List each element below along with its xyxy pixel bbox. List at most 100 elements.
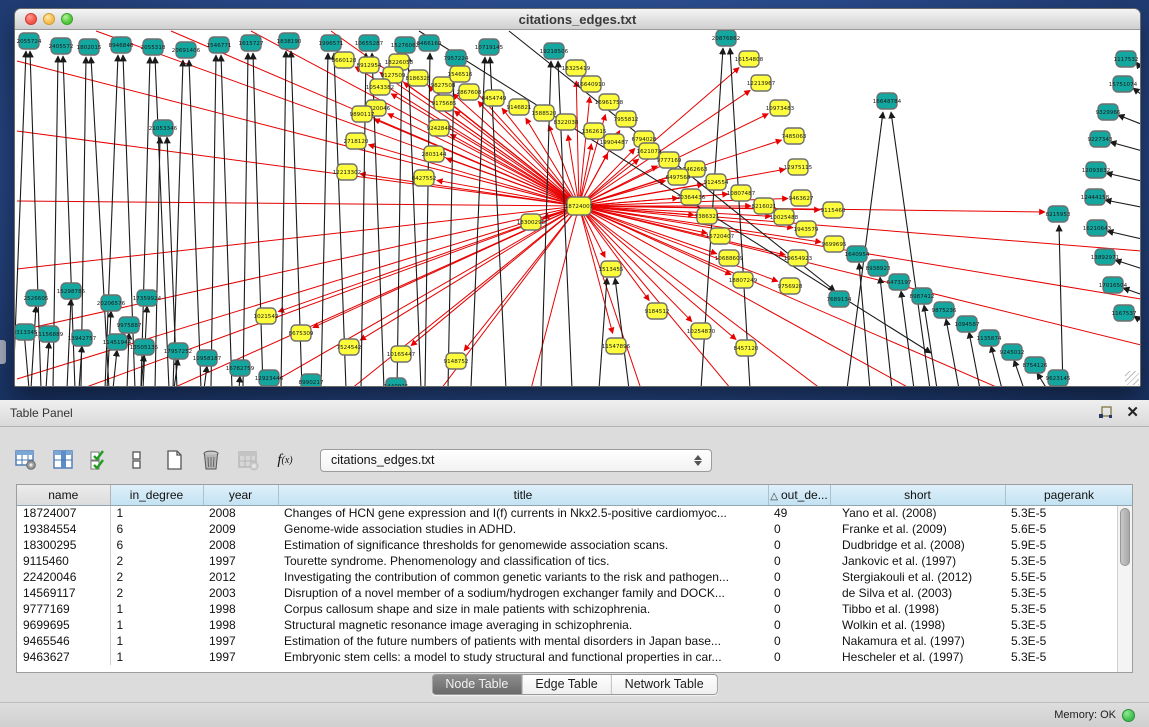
table-cell: Jankovic et al. (1997) bbox=[830, 553, 1005, 569]
table-row[interactable]: 1872400712008Changes of HCN gene express… bbox=[17, 505, 1133, 521]
show-columns-icon[interactable] bbox=[51, 448, 75, 472]
table-row[interactable]: 911546021997Tourette syndrome. Phenomeno… bbox=[17, 553, 1133, 569]
svg-text:9124554: 9124554 bbox=[704, 180, 729, 186]
table-cell: 0 bbox=[768, 569, 830, 585]
network-window: citations_edges.txt 20557242405572180201… bbox=[14, 8, 1141, 387]
tab-network-table[interactable]: Network Table bbox=[611, 675, 717, 694]
table-header-row[interactable]: namein_degreeyeartitle△out_de...shortpag… bbox=[17, 485, 1133, 505]
table-row[interactable]: 969969511998Structural magnetic resonanc… bbox=[17, 617, 1133, 633]
table-cell: Yano et al. (2008) bbox=[830, 505, 1005, 521]
svg-text:9329966: 9329966 bbox=[1096, 110, 1121, 116]
table-cell: Changes of HCN gene expression and I(f) … bbox=[278, 505, 768, 521]
zoom-window-button[interactable] bbox=[61, 13, 73, 25]
svg-text:2526605: 2526605 bbox=[24, 296, 49, 302]
close-panel-icon[interactable]: ✕ bbox=[1126, 406, 1139, 420]
table-row[interactable]: 2242004622012Investigating the contribut… bbox=[17, 569, 1133, 585]
window-resize-grip[interactable] bbox=[1125, 371, 1139, 385]
svg-text:15720407: 15720407 bbox=[706, 234, 735, 240]
table-cell: Genome-wide association studies in ADHD. bbox=[278, 521, 768, 537]
svg-text:13892971: 13892971 bbox=[1091, 255, 1120, 261]
column-header-title[interactable]: title bbox=[278, 485, 768, 505]
svg-text:7955812: 7955812 bbox=[614, 117, 639, 123]
table-selector-dropdown[interactable]: citations_edges.txt bbox=[320, 449, 712, 472]
svg-text:9827508: 9827508 bbox=[431, 83, 456, 89]
float-panel-icon[interactable] bbox=[1098, 406, 1114, 420]
table-cell: 9463627 bbox=[17, 649, 110, 665]
citation-network-graph[interactable]: 2055724240557218020158946846205531820691… bbox=[15, 30, 1140, 386]
function-builder-icon[interactable]: f(x) bbox=[273, 448, 297, 472]
minimize-window-button[interactable] bbox=[43, 13, 55, 25]
collapsed-panel-handle[interactable] bbox=[0, 340, 6, 364]
table-row[interactable]: 977716911998Corpus callosum shape and si… bbox=[17, 601, 1133, 617]
table-panel-header: Table Panel ✕ bbox=[0, 400, 1149, 427]
table-cell: Dudbridge et al. (2008) bbox=[830, 537, 1005, 553]
table-cell: 18724007 bbox=[17, 505, 110, 521]
column-header-in_degree[interactable]: in_degree bbox=[110, 485, 203, 505]
svg-text:21053346: 21053346 bbox=[149, 126, 178, 132]
column-header-out_de[interactable]: △out_de... bbox=[768, 485, 830, 505]
svg-text:16210643: 16210643 bbox=[1083, 226, 1112, 232]
svg-text:9777169: 9777169 bbox=[657, 158, 682, 164]
svg-text:9245012: 9245012 bbox=[1000, 350, 1025, 356]
table-cell: 2008 bbox=[203, 505, 278, 521]
table-row[interactable]: 1830029562008Estimation of significance … bbox=[17, 537, 1133, 553]
table-row[interactable]: 1456911722003Disruption of a novel membe… bbox=[17, 585, 1133, 601]
table-cell: 0 bbox=[768, 553, 830, 569]
memory-status-indicator[interactable] bbox=[1122, 709, 1135, 722]
table-cell: Tibbo et al. (1998) bbox=[830, 601, 1005, 617]
svg-text:9623145: 9623145 bbox=[1046, 376, 1071, 382]
close-window-button[interactable] bbox=[25, 13, 37, 25]
svg-text:1513455: 1513455 bbox=[599, 267, 624, 273]
delete-table-icon bbox=[236, 448, 260, 472]
table-cell: 5.3E-5 bbox=[1005, 505, 1133, 521]
table-options-icon[interactable] bbox=[14, 448, 38, 472]
tab-node-table[interactable]: Node Table bbox=[432, 675, 521, 694]
column-header-short[interactable]: short bbox=[830, 485, 1005, 505]
table-cell: 1 bbox=[110, 617, 203, 633]
column-header-name[interactable]: name bbox=[17, 485, 110, 505]
table-vertical-scrollbar[interactable] bbox=[1117, 506, 1132, 672]
table-row[interactable]: 946554611997Estimation of the future num… bbox=[17, 633, 1133, 649]
table-cell: 2 bbox=[110, 553, 203, 569]
table-cell: 5.3E-5 bbox=[1005, 601, 1133, 617]
column-header-pagerank[interactable]: pagerank bbox=[1005, 485, 1133, 505]
svg-text:8216021: 8216021 bbox=[752, 204, 777, 210]
network-canvas[interactable]: 2055724240557218020158946846205531820691… bbox=[15, 30, 1140, 386]
network-window-titlebar[interactable]: citations_edges.txt bbox=[15, 9, 1140, 30]
svg-text:1440915: 1440915 bbox=[384, 384, 409, 386]
svg-text:10543382: 10543382 bbox=[366, 85, 394, 91]
table-cell: 5.6E-5 bbox=[1005, 521, 1133, 537]
svg-text:9175685: 9175685 bbox=[432, 101, 457, 107]
svg-text:7689134: 7689134 bbox=[827, 297, 852, 303]
svg-text:2803144: 2803144 bbox=[422, 152, 447, 158]
svg-text:9975887: 9975887 bbox=[117, 323, 142, 329]
column-header-year[interactable]: year bbox=[203, 485, 278, 505]
table-cell: Structural magnetic resonance image aver… bbox=[278, 617, 768, 633]
selection-mode-icon[interactable] bbox=[88, 448, 112, 472]
svg-text:12923446: 12923446 bbox=[255, 376, 284, 382]
table-cell: Embryonic stem cells: a model to study s… bbox=[278, 649, 768, 665]
svg-text:8427552: 8427552 bbox=[412, 176, 437, 182]
row-height-icon[interactable] bbox=[125, 448, 149, 472]
create-column-icon[interactable] bbox=[162, 448, 186, 472]
svg-text:16782759: 16782759 bbox=[226, 366, 255, 372]
table-cell: Tourette syndrome. Phenomenology and cla… bbox=[278, 553, 768, 569]
svg-text:6794028: 6794028 bbox=[632, 137, 657, 143]
tab-edge-table[interactable]: Edge Table bbox=[521, 675, 610, 694]
svg-text:20364436: 20364436 bbox=[677, 195, 706, 201]
svg-text:10688609: 10688609 bbox=[715, 256, 744, 262]
svg-text:7524542: 7524542 bbox=[337, 345, 362, 351]
table-type-tabs: Node TableEdge TableNetwork Table bbox=[431, 674, 717, 695]
svg-text:2055318: 2055318 bbox=[141, 45, 166, 51]
svg-text:10655287: 10655287 bbox=[355, 41, 384, 47]
svg-text:8454749: 8454749 bbox=[482, 96, 507, 102]
table-cell: 5.3E-5 bbox=[1005, 617, 1133, 633]
svg-text:16154808: 16154808 bbox=[735, 57, 764, 63]
svg-text:20206576: 20206576 bbox=[97, 301, 126, 307]
table-cell: 1998 bbox=[203, 617, 278, 633]
svg-text:9463627: 9463627 bbox=[789, 196, 814, 202]
scrollbar-thumb[interactable] bbox=[1120, 508, 1130, 566]
table-row[interactable]: 1938455462009Genome-wide association stu… bbox=[17, 521, 1133, 537]
delete-columns-icon[interactable] bbox=[199, 448, 223, 472]
table-row[interactable]: 946362711997Embryonic stem cells: a mode… bbox=[17, 649, 1133, 665]
